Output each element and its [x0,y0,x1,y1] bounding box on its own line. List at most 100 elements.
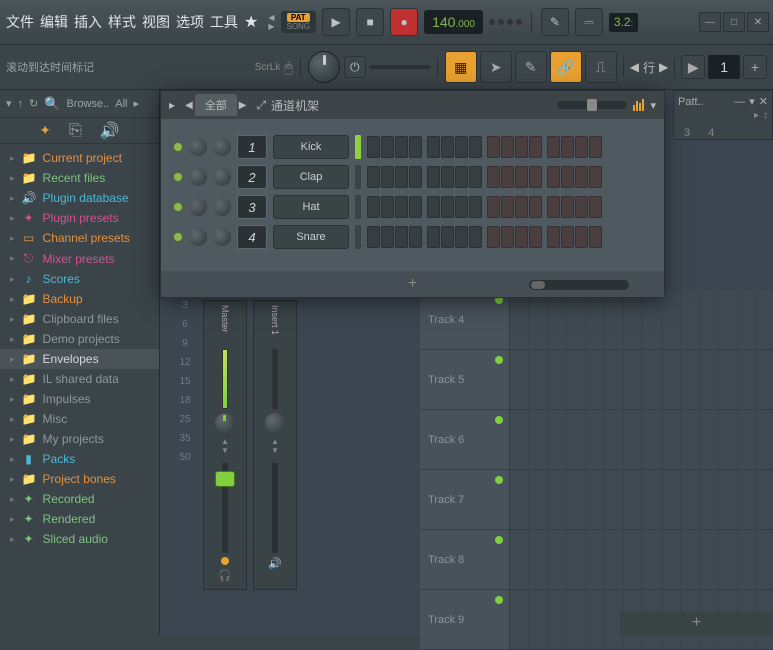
step-cell[interactable] [487,166,500,188]
mixer-master-channel[interactable]: Master ▲▼ 🎧 [203,300,247,590]
step-cell[interactable] [501,136,514,158]
track-mute-led[interactable] [495,476,503,484]
step-cell[interactable] [441,226,454,248]
browser-item[interactable]: ▸📁Backup [0,289,159,309]
insert-fader[interactable] [272,463,278,553]
position-counter[interactable]: 3.2: [609,13,638,32]
tempo-display[interactable]: 140.000 [424,10,483,34]
master-led[interactable] [221,557,229,565]
tool-pencil-icon[interactable]: ✎ [541,8,569,36]
mixer-insert-channel[interactable]: Insert 1 ▲▼ 🔊 [253,300,297,590]
step-cell[interactable] [589,196,602,218]
step-cell[interactable] [487,196,500,218]
browser-item[interactable]: ▸✦Recorded [0,489,159,509]
play-button[interactable]: ▶ [322,8,350,36]
step-cell[interactable] [501,226,514,248]
record-button[interactable]: ● [390,8,418,36]
history-arrows[interactable]: ◀▶ [268,13,274,31]
step-cell[interactable] [427,226,440,248]
browser-item[interactable]: ▸✦Sliced audio [0,529,159,549]
browser-item[interactable]: ▸📁IL shared data [0,369,159,389]
channel-number[interactable]: 4 [237,225,267,249]
channel-pan-knob[interactable] [189,228,207,246]
channel-vol-knob[interactable] [213,198,231,216]
track-lane[interactable] [510,410,773,469]
track-mute-led[interactable] [495,536,503,544]
step-cell[interactable] [381,166,394,188]
refresh-icon[interactable]: ↻ [29,97,38,110]
channel-name-button[interactable]: Hat [273,195,349,219]
browser-item[interactable]: ▸📁Demo projects [0,329,159,349]
step-cell[interactable] [561,196,574,218]
step-cell[interactable] [455,136,468,158]
menu-style[interactable]: 样式 [106,8,138,36]
browser-item[interactable]: ▸▮Packs [0,449,159,469]
step-cell[interactable] [441,196,454,218]
step-cell[interactable] [501,166,514,188]
master-fader[interactable] [222,463,228,553]
step-cell[interactable] [529,166,542,188]
browser-item[interactable]: ▸📁Impulses [0,389,159,409]
add-pattern-button[interactable]: + [743,55,767,79]
channel-pan-knob[interactable] [189,198,207,216]
step-cell[interactable] [381,196,394,218]
track-lane[interactable] [510,350,773,409]
step-cell[interactable] [529,196,542,218]
pl-add-button[interactable]: + [692,614,701,632]
cr-zoom-slider[interactable] [557,101,627,109]
channel-pan-knob[interactable] [189,168,207,186]
step-cell[interactable] [501,196,514,218]
step-cell[interactable] [409,136,422,158]
minimize-button[interactable]: — [699,12,721,32]
channel-led[interactable] [173,232,183,242]
browser-item[interactable]: ▸▭Channel presets [0,228,159,248]
playlist-track[interactable]: Track 4 [420,290,773,350]
browse-label[interactable]: Browse.. [66,98,109,110]
menu-view[interactable]: 视图 [140,8,172,36]
playlist-track[interactable]: Track 7 [420,470,773,530]
search-icon[interactable]: 🔍 [44,96,60,112]
step-cell[interactable] [409,166,422,188]
step-cell[interactable] [367,196,380,218]
browser-item[interactable]: ▸📁Recent files [0,168,159,188]
menu-file[interactable]: 文件 [4,8,36,36]
browser-item[interactable]: ▸✦Plugin presets [0,208,159,228]
browser-item[interactable]: ▸📁Misc [0,409,159,429]
step-cell[interactable] [441,136,454,158]
step-cell[interactable] [487,226,500,248]
step-cell[interactable] [455,166,468,188]
step-cell[interactable] [395,226,408,248]
channel-led[interactable] [173,202,183,212]
track-lane[interactable] [510,530,773,589]
browser-item[interactable]: ▸📁Project bones [0,469,159,489]
step-cell[interactable] [409,226,422,248]
step-cell[interactable] [469,166,482,188]
stop-button[interactable]: ■ [356,8,384,36]
piano-roll-icon[interactable]: ▦ [445,51,477,83]
track-mute-led[interactable] [495,356,503,364]
line-selector[interactable]: ◀行▶ [630,59,668,76]
track-label[interactable]: Track 9 [420,590,510,649]
cr-scrollbar[interactable] [529,280,629,290]
play-small-icon[interactable]: ▶ [681,55,705,79]
track-mute-led[interactable] [495,416,503,424]
step-cell[interactable] [529,136,542,158]
channel-name-button[interactable]: Clap [273,165,349,189]
speaker-small-icon[interactable]: 🔊 [268,557,282,570]
step-cell[interactable] [561,226,574,248]
channel-vol-knob[interactable] [213,228,231,246]
channel-pan-knob[interactable] [189,138,207,156]
step-cell[interactable] [575,226,588,248]
browser-item[interactable]: ▸🔊Plugin database [0,188,159,208]
step-cell[interactable] [529,226,542,248]
headphone-icon[interactable]: 🎧 [218,569,232,582]
chevron-right-icon[interactable]: ▸ [133,97,139,110]
track-lane[interactable] [510,290,773,349]
send-icon[interactable]: ➤ [480,51,512,83]
step-cell[interactable] [469,196,482,218]
maximize-button[interactable]: □ [723,12,745,32]
track-label[interactable]: Track 4 [420,290,510,349]
step-cell[interactable] [367,136,380,158]
copy-icon[interactable]: ⎘ [69,122,82,140]
step-cell[interactable] [547,166,560,188]
